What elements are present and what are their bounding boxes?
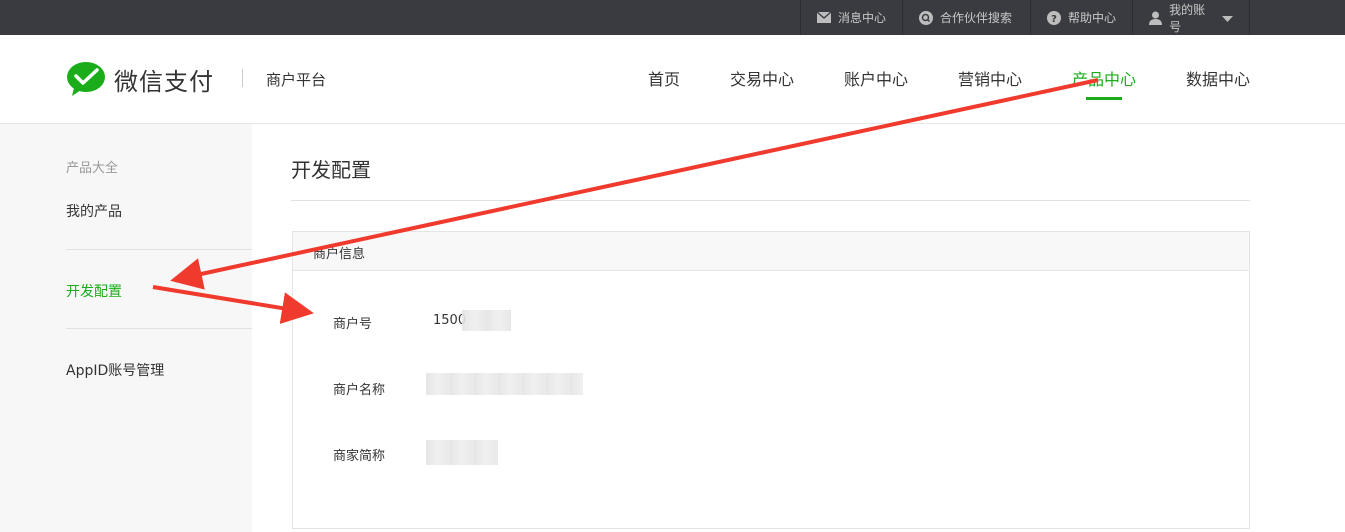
logo-divider [242,69,243,87]
help-icon: ? [1047,10,1061,25]
nav-marketing[interactable]: 营销中心 [958,66,1022,90]
nav-home[interactable]: 首页 [648,66,680,90]
brand-name: 微信支付 [114,67,214,96]
my-account-label: 我的账号 [1169,2,1206,34]
sidebar-item-appid-management[interactable]: AppID账号管理 [66,360,164,380]
wechat-pay-logo-icon [66,61,106,97]
redacted-short-name [426,440,498,465]
nav-transactions[interactable]: 交易中心 [730,66,794,90]
search-icon [919,10,933,25]
help-center-label: 帮助中心 [1068,11,1117,25]
sidebar-item-dev-config[interactable]: 开发配置 [66,281,122,301]
merchant-id-label: 商户号 [333,317,373,332]
my-account-menu[interactable]: 我的账号 [1132,0,1250,35]
svg-text:?: ? [1051,14,1057,25]
help-center-link[interactable]: ? 帮助中心 [1030,0,1132,35]
user-icon [1149,11,1163,25]
sidebar-divider [66,328,252,329]
panel-header: 商户信息 [293,232,1249,271]
sidebar-divider [66,249,252,250]
wechat-pay-logo[interactable]: 微信支付 [66,61,214,97]
active-nav-indicator [1086,97,1122,100]
sidebar-item-my-products[interactable]: 我的产品 [66,201,122,221]
chevron-down-icon [1222,11,1233,25]
nav-data[interactable]: 数据中心 [1186,66,1250,90]
message-center-label: 消息中心 [838,11,887,25]
sidebar-group-label: 产品大全 [66,161,119,176]
mail-icon [817,11,831,25]
redacted-merchant-id [462,310,511,331]
nav-account[interactable]: 账户中心 [844,66,908,90]
message-center-link[interactable]: 消息中心 [800,0,902,35]
partner-search-link[interactable]: 合作伙伴搜索 [902,0,1030,35]
partner-search-label: 合作伙伴搜索 [940,11,1013,25]
platform-name: 商户平台 [266,71,327,89]
redacted-merchant-name [426,373,583,395]
panel-heading: 商户信息 [313,247,366,262]
title-divider [291,200,1250,201]
merchant-short-name-label: 商家简称 [333,449,386,464]
top-bar: 消息中心 合作伙伴搜索 ? 帮助中心 我的账号 [0,0,1345,35]
site-header: 微信支付 商户平台 首页 交易中心 账户中心 营销中心 产品中心 数据中心 [0,35,1345,124]
nav-products[interactable]: 产品中心 [1072,66,1136,90]
merchant-name-label: 商户名称 [333,383,386,398]
page-title: 开发配置 [291,158,371,182]
